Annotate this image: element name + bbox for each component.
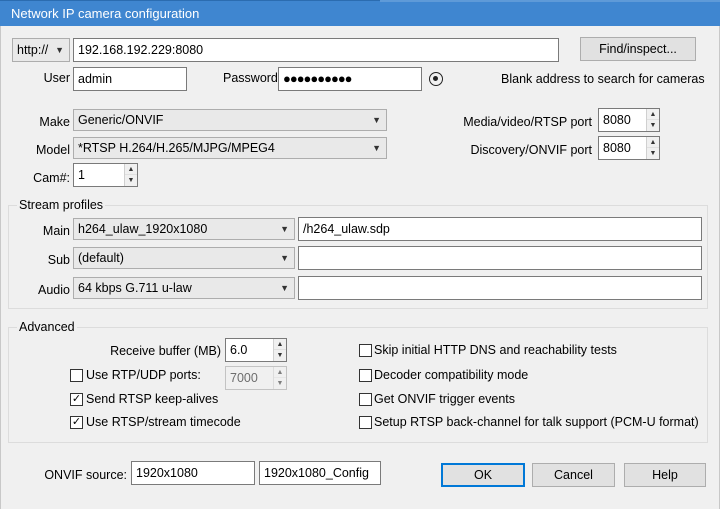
model-value: *RTSP H.264/H.265/MJPG/MPEG4 — [78, 141, 275, 155]
make-label: Make — [39, 115, 70, 129]
main-profile-dropdown[interactable]: h264_ulaw_1920x1080 ▼ — [73, 218, 295, 240]
decoder-compat-label: Decoder compatibility mode — [374, 368, 529, 382]
audio-label: Audio — [38, 283, 70, 297]
protocol-dropdown[interactable]: http:// ▼ — [12, 38, 70, 62]
discovery-port-spinner[interactable]: ▲ ▼ — [646, 137, 659, 159]
sub-profile-value: (default) — [78, 251, 124, 265]
sub-profile-dropdown[interactable]: (default) ▼ — [73, 247, 295, 269]
chevron-down-icon: ▼ — [55, 45, 64, 55]
make-value: Generic/ONVIF — [78, 113, 164, 127]
media-port-label: Media/video/RTSP port — [463, 115, 592, 129]
address-input[interactable]: 192.168.192.229:8080 — [73, 38, 559, 62]
backchannel-checkbox[interactable] — [359, 416, 372, 429]
media-port-spinner[interactable]: ▲ ▼ — [646, 109, 659, 131]
chevron-down-icon: ▼ — [372, 115, 381, 125]
help-button[interactable]: Help — [624, 463, 706, 487]
top-strip — [380, 0, 720, 2]
audio-profile-value: 64 kbps G.711 u-law — [78, 281, 192, 295]
chevron-down-icon: ▼ — [280, 283, 289, 293]
chevron-down-icon: ▼ — [372, 143, 381, 153]
onvif-config-input[interactable]: 1920x1080_Config — [259, 461, 381, 485]
skip-dns-checkbox[interactable] — [359, 344, 372, 357]
find-inspect-button[interactable]: Find/inspect... — [580, 37, 696, 61]
cam-number-spinner[interactable]: ▲ ▼ — [124, 164, 137, 186]
timecode-checkbox[interactable]: ✓ — [70, 416, 83, 429]
decoder-compat-checkbox[interactable] — [359, 369, 372, 382]
discovery-port-label: Discovery/ONVIF port — [470, 143, 592, 157]
chevron-down-icon: ▼ — [280, 224, 289, 234]
rtp-udp-checkbox[interactable] — [70, 369, 83, 382]
advanced-title: Advanced — [17, 320, 77, 334]
onvif-events-checkbox[interactable] — [359, 393, 372, 406]
keepalive-checkbox[interactable]: ✓ — [70, 393, 83, 406]
window-title: Network IP camera configuration — [11, 6, 200, 21]
model-dropdown[interactable]: *RTSP H.264/H.265/MJPG/MPEG4 ▼ — [73, 137, 387, 159]
spin-up-icon[interactable]: ▲ — [647, 137, 659, 148]
rtp-udp-port-spinner[interactable]: ▲ ▼ — [273, 367, 286, 389]
user-label: User — [43, 71, 70, 85]
spin-down-icon[interactable]: ▼ — [274, 378, 286, 389]
ok-button[interactable]: OK — [441, 463, 525, 487]
backchannel-label: Setup RTSP back-channel for talk support… — [374, 415, 699, 429]
show-password-eye-icon[interactable] — [429, 72, 443, 86]
spin-up-icon[interactable]: ▲ — [274, 339, 286, 350]
model-label: Model — [35, 143, 70, 157]
chevron-down-icon: ▼ — [280, 253, 289, 263]
spin-down-icon[interactable]: ▼ — [647, 148, 659, 159]
spin-up-icon[interactable]: ▲ — [274, 367, 286, 378]
protocol-value: http:// — [17, 43, 49, 57]
cancel-button[interactable]: Cancel — [532, 463, 615, 487]
spin-down-icon[interactable]: ▼ — [274, 350, 286, 361]
audio-path-input[interactable] — [298, 276, 702, 300]
title-bar[interactable]: Network IP camera configuration — [0, 0, 720, 26]
receive-buffer-label: Receive buffer (MB) — [110, 344, 221, 358]
receive-buffer-spinner[interactable]: ▲ ▼ — [273, 339, 286, 361]
password-label: Password — [223, 71, 278, 85]
main-label: Main — [42, 224, 70, 238]
sub-label: Sub — [47, 253, 70, 267]
spin-down-icon[interactable]: ▼ — [647, 120, 659, 131]
main-path-input[interactable]: /h264_ulaw.sdp — [298, 217, 702, 241]
audio-profile-dropdown[interactable]: 64 kbps G.711 u-law ▼ — [73, 277, 295, 299]
timecode-label: Use RTSP/stream timecode — [86, 415, 241, 429]
make-dropdown[interactable]: Generic/ONVIF ▼ — [73, 109, 387, 131]
spin-up-icon[interactable]: ▲ — [125, 164, 137, 175]
sub-path-input[interactable] — [298, 246, 702, 270]
search-hint: Blank address to search for cameras — [501, 72, 705, 86]
onvif-events-label: Get ONVIF trigger events — [374, 392, 516, 406]
spin-down-icon[interactable]: ▼ — [125, 175, 137, 186]
cam-number-label: Cam#: — [33, 171, 70, 185]
keepalive-label: Send RTSP keep-alives — [86, 392, 219, 406]
stream-profiles-title: Stream profiles — [17, 198, 106, 212]
main-profile-value: h264_ulaw_1920x1080 — [78, 222, 208, 236]
spin-up-icon[interactable]: ▲ — [647, 109, 659, 120]
skip-dns-label: Skip initial HTTP DNS and reachability t… — [374, 343, 617, 357]
user-input[interactable]: admin — [73, 67, 187, 91]
onvif-source-input[interactable]: 1920x1080 — [131, 461, 255, 485]
password-input[interactable]: ●●●●●●●●●● — [278, 67, 422, 91]
rtp-udp-label: Use RTP/UDP ports: — [86, 368, 201, 382]
onvif-source-label: ONVIF source: — [44, 468, 127, 482]
